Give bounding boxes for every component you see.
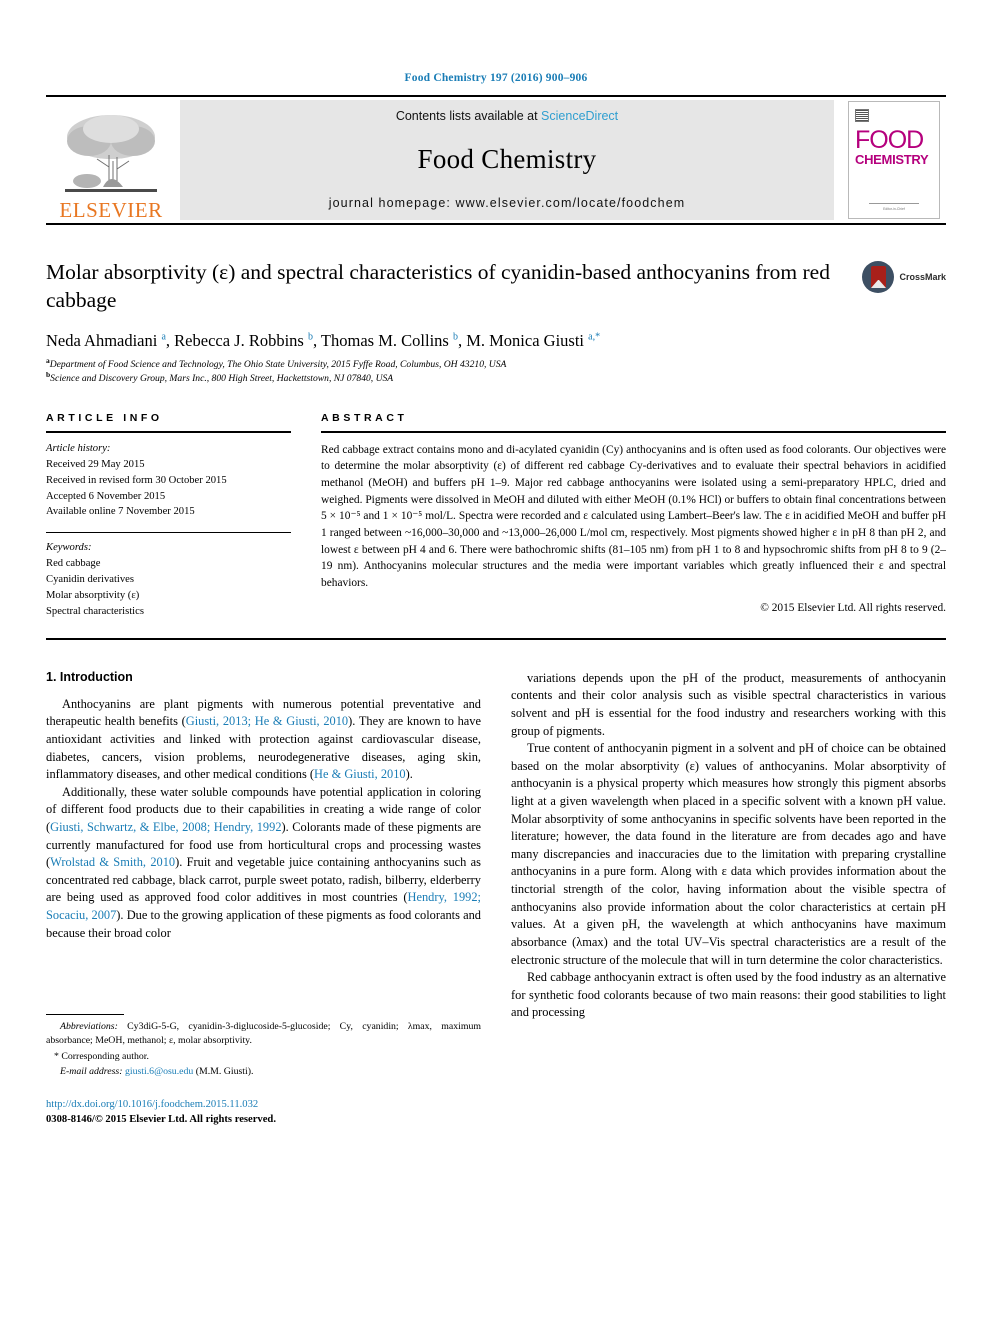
doi-block: http://dx.doi.org/10.1016/j.foodchem.201… [46,1097,481,1128]
intro-paragraphs-right: variations depends upon the pH of the pr… [511,670,946,1022]
article-history-label: Article history: [46,442,111,454]
abstract-text: Red cabbage extract contains mono and di… [321,443,946,589]
keyword-item: Spectral characteristics [46,605,144,617]
footnote-email: E-mail address: giusti.6@osu.edu (M.M. G… [46,1065,481,1079]
article-info-column: ARTICLE INFO Article history: Received 2… [46,412,291,620]
paragraph: True content of anthocyanin pigment in a… [511,740,946,969]
email-link[interactable]: giusti.6@osu.edu [125,1066,193,1077]
article-info-heading: ARTICLE INFO [46,411,163,424]
abbreviations-label: Abbreviations: [60,1020,118,1032]
citation-link[interactable]: Giusti, Schwartz, & Elbe, 2008; Hendry, … [50,820,281,834]
paragraph: Anthocyanins are plant pigments with num… [46,696,481,784]
masthead-bottom-rule [46,223,946,225]
abstract-copyright: © 2015 Elsevier Ltd. All rights reserved… [760,601,946,614]
history-item: Accepted 6 November 2015 [46,490,166,502]
paragraph-text: ). [405,767,413,782]
body-columns: 1. Introduction Anthocyanins are plant p… [46,670,946,1128]
citation-link[interactable]: Wrolstad & Smith, 2010 [50,855,175,869]
keywords-label: Keywords: [46,542,92,554]
citation-link[interactable]: Giusti, 2013; He & Giusti, 2010 [186,714,348,728]
affiliation-b: bScience and Discovery Group, Mars Inc.,… [46,371,836,386]
affiliation-a: aDepartment of Food Science and Technolo… [46,357,836,372]
cover-footer-rule [868,203,920,204]
crossmark-icon [862,261,895,293]
info-abstract-region: ARTICLE INFO Article history: Received 2… [46,412,946,620]
corresponding-author-text: Corresponding author. [61,1051,149,1063]
crossmark-label: CrossMark [899,272,946,282]
title-area: Molar absorptivity (ε) and spectral char… [46,259,946,386]
abstract-heading: ABSTRACT [321,411,408,424]
email-label: E-mail address: [60,1066,123,1078]
cover-title-chemistry: CHEMISTRY [855,151,929,167]
keywords-rule [46,532,291,534]
body-column-left: 1. Introduction Anthocyanins are plant p… [46,670,481,1128]
keywords-block: Keywords: Red cabbage Cyanidin derivativ… [46,540,291,619]
footnote-abbreviations: Abbreviations: Cy3diG-5-G, cyanidin-3-di… [46,1020,481,1048]
running-head: Food Chemistry 197 (2016) 900–906 [404,72,588,84]
article-page: Food Chemistry 197 (2016) 900–906 ELSEVI… [0,0,992,1323]
affiliation-a-text: Department of Food Science and Technolog… [49,359,507,371]
contents-available-line: Contents lists available at ScienceDirec… [396,109,618,123]
journal-title: Food Chemistry [417,144,597,174]
paragraph-text: Red cabbage anthocyanin extract is often… [511,970,946,1020]
elsevier-logo: ELSEVIER [46,97,176,223]
cover-footer: Editor-in-Chief [849,203,939,211]
history-item: Received 29 May 2015 [46,458,145,470]
abstract-column: ABSTRACT Red cabbage extract contains mo… [321,412,946,620]
journal-masthead: ELSEVIER Contents lists available at Sci… [46,97,946,223]
history-item: Available online 7 November 2015 [46,506,195,518]
cover-footer-text: Editor-in-Chief [883,207,905,211]
abstract-bottom-rule [46,637,946,640]
affiliation-list: aDepartment of Food Science and Technolo… [46,357,836,386]
abstract-rule [321,430,946,433]
page-title: Molar absorptivity (ε) and spectral char… [46,260,830,312]
journal-band: Contents lists available at ScienceDirec… [180,100,834,220]
paragraph-text: True content of anthocyanin pigment in a… [511,741,946,967]
paragraph: Additionally, these water soluble compou… [46,784,481,942]
elsevier-tree-icon [65,115,157,192]
cover-publisher-mark-icon [855,109,869,122]
affiliation-b-text: Science and Discovery Group, Mars Inc., … [50,372,394,384]
section-heading-introduction: 1. Introduction [46,669,133,684]
history-item: Received in revised form 30 October 2015 [46,474,227,486]
keyword-item: Cyanidin derivatives [46,574,134,586]
paragraph-text: variations depends upon the pH of the pr… [511,670,946,738]
paragraph: variations depends upon the pH of the pr… [511,670,946,740]
article-history: Article history: Received 29 May 2015 Re… [46,441,291,520]
email-suffix: (M.M. Giusti). [193,1066,254,1078]
body-column-right: variations depends upon the pH of the pr… [511,670,946,1128]
contents-prefix: Contents lists available at [395,109,538,123]
footnotes-region: Abbreviations: Cy3diG-5-G, cyanidin-3-di… [46,1013,481,1128]
intro-paragraphs-left: Anthocyanins are plant pigments with num… [46,696,481,943]
footnote-corresponding: * Corresponding author. [54,1051,149,1063]
issn-copyright-line: 0308-8146/© 2015 Elsevier Ltd. All right… [46,1113,276,1125]
cover-title-food: FOOD [855,126,924,154]
article-info-rule [46,430,291,433]
crossmark-badge[interactable]: CrossMark [862,261,946,293]
citation-link[interactable]: He & Giusti, 2010 [314,767,406,781]
sciencedirect-link[interactable]: ScienceDirect [541,109,618,123]
journal-cover: FOOD CHEMISTRY Editor-in-Chief [848,101,940,219]
journal-homepage-link[interactable]: journal homepage: www.elsevier.com/locat… [329,196,686,210]
keyword-item: Molar absorptivity (ε) [46,589,140,601]
paragraph: Red cabbage anthocyanin extract is often… [511,969,946,1022]
footnote-rule [46,1013,124,1015]
doi-link[interactable]: http://dx.doi.org/10.1016/j.foodchem.201… [46,1097,481,1112]
elsevier-wordmark: ELSEVIER [59,198,163,222]
keyword-item: Red cabbage [46,558,101,570]
author-list: Neda Ahmadiani a, Rebecca J. Robbins b, … [46,331,601,351]
journal-cover-thumbnail: FOOD CHEMISTRY Editor-in-Chief [842,97,946,223]
